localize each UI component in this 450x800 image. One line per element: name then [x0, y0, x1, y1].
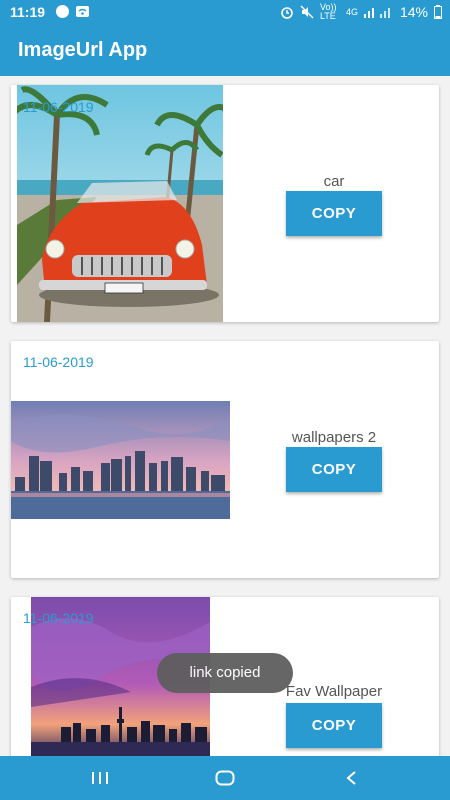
image-card: 11-06-2019 car COPY — [11, 85, 439, 322]
wifi-icon — [76, 6, 89, 17]
copy-button[interactable]: COPY — [286, 447, 382, 492]
whatsapp-icon — [56, 5, 69, 18]
back-icon[interactable] — [336, 764, 366, 792]
signal-icon — [363, 8, 390, 18]
card-name: car — [323, 173, 345, 190]
recents-icon[interactable] — [85, 764, 115, 792]
card-name: wallpapers 2 — [291, 429, 377, 446]
status-bar: 11:19 Vo)) LTE 4G 14% — [0, 0, 450, 24]
copy-button[interactable]: COPY — [286, 191, 382, 236]
volte-icon: Vo)) LTE — [319, 2, 337, 21]
card-date: 11-06-2019 — [23, 610, 94, 626]
app-bar: ImageUrl App — [0, 24, 450, 76]
toast-message: link copied — [157, 653, 293, 693]
city-skyline-image[interactable] — [11, 401, 230, 519]
mute-icon — [300, 5, 314, 19]
status-time: 11:19 — [10, 4, 46, 20]
home-icon[interactable] — [210, 764, 240, 792]
copy-button[interactable]: COPY — [286, 703, 382, 748]
app-title: ImageUrl App — [18, 39, 148, 61]
navigation-bar — [0, 756, 450, 800]
signal-4g-icon: 4G — [345, 6, 358, 17]
image-card: 11-06-2019 wallpapers 2 COPY — [11, 341, 439, 578]
card-date: 11-06-2019 — [23, 354, 94, 370]
battery-icon — [434, 5, 442, 19]
alarm-icon — [281, 7, 293, 19]
card-date: 11-06-2019 — [23, 99, 94, 115]
battery-text: 14% — [399, 4, 428, 20]
car-image[interactable] — [17, 85, 223, 322]
